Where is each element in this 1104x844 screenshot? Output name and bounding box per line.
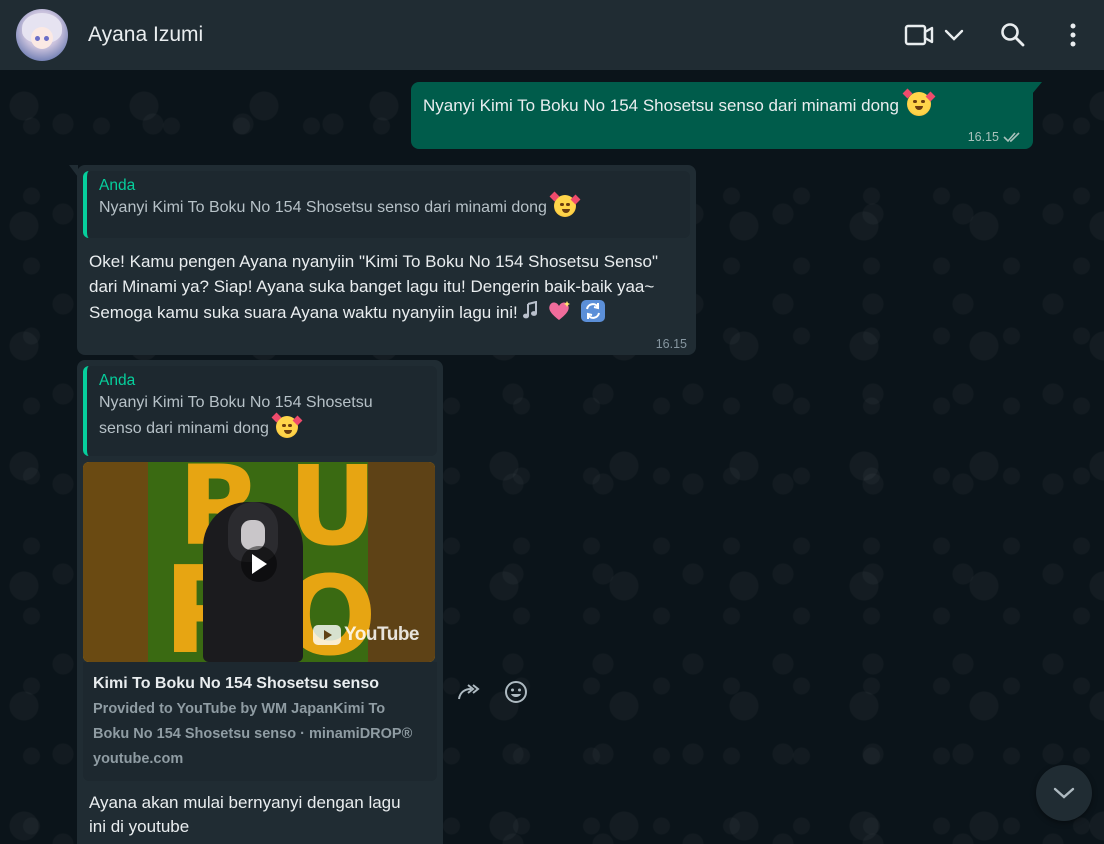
outgoing-message[interactable]: Nyanyi Kimi To Boku No 154 Shosetsu sens… — [411, 82, 1042, 149]
chat-header: Ayana Izumi — [0, 0, 1104, 70]
message-meta: 16.15 — [968, 130, 1023, 144]
quote-text: Nyanyi Kimi To Boku No 154 Shosetsu sens… — [99, 394, 373, 438]
youtube-logo-icon — [313, 625, 342, 645]
music-notes-icon — [523, 300, 538, 319]
message-text: Ayana akan mulai bernyanyi dengan lagu i… — [89, 793, 401, 836]
quoted-message[interactable]: Anda Nyanyi Kimi To Boku No 154 Shosetsu… — [83, 366, 437, 456]
play-icon — [252, 554, 267, 574]
forward-icon — [458, 684, 480, 700]
play-button[interactable] — [241, 546, 277, 582]
read-ticks-icon — [1003, 132, 1020, 143]
link-info[interactable]: Kimi To Boku No 154 Shosetsu senso Provi… — [83, 662, 437, 781]
incoming-message[interactable]: Anda Nyanyi Kimi To Boku No 154 Shosetsu… — [69, 165, 696, 355]
contact-name[interactable]: Ayana Izumi — [88, 23, 203, 47]
quoted-message[interactable]: Anda Nyanyi Kimi To Boku No 154 Shosetsu… — [83, 171, 690, 238]
menu-button[interactable] — [1068, 22, 1078, 48]
smiling-hearts-emoji-icon — [271, 412, 303, 438]
quote-author: Anda — [99, 372, 136, 389]
search-button[interactable] — [1000, 22, 1026, 48]
link-description: Provided to YouTube by WM JapanKimi To B… — [93, 701, 413, 742]
message-hover-actions — [456, 680, 528, 709]
chevron-down-icon — [944, 29, 964, 41]
chat-area[interactable]: Nyanyi Kimi To Boku No 154 Shosetsu sens… — [0, 70, 1104, 844]
menu-dots-icon — [1070, 23, 1076, 47]
link-title: Kimi To Boku No 154 Shosetsu senso — [93, 675, 379, 692]
smiling-hearts-emoji-icon — [549, 191, 581, 217]
message-time: 16.15 — [655, 337, 687, 351]
emoji-icon — [505, 681, 527, 703]
video-call-icon — [904, 24, 934, 46]
youtube-badge: YouTube — [313, 624, 419, 646]
quote-text: Nyanyi Kimi To Boku No 154 Shosetsu sens… — [99, 191, 680, 221]
scroll-to-bottom-button[interactable] — [1036, 765, 1092, 821]
message-text: Nyanyi Kimi To Boku No 154 Shosetsu sens… — [423, 88, 1021, 118]
video-call-button[interactable] — [904, 23, 964, 47]
chevron-down-icon — [1053, 787, 1075, 799]
message-text: Oke! Kamu pengen Ayana nyanyiin "Kimi To… — [89, 252, 659, 322]
smiling-hearts-emoji-icon — [902, 88, 936, 116]
incoming-message[interactable]: Anda Nyanyi Kimi To Boku No 154 Shosetsu… — [77, 360, 443, 844]
link-domain: youtube.com — [93, 751, 184, 767]
search-icon — [1001, 23, 1025, 47]
react-button[interactable] — [504, 680, 528, 709]
video-thumbnail[interactable]: R U P O YouTube — [83, 462, 435, 662]
contact-avatar[interactable] — [16, 9, 68, 61]
repeat-icon — [580, 300, 605, 322]
header-actions — [904, 22, 1088, 48]
message-time: 16.15 — [967, 130, 999, 144]
sparkling-heart-icon — [549, 301, 571, 320]
forward-button[interactable] — [456, 682, 482, 707]
quote-author: Anda — [99, 177, 136, 194]
link-preview[interactable]: R U P O YouTube Kimi To Boku No 154 — [83, 462, 437, 781]
